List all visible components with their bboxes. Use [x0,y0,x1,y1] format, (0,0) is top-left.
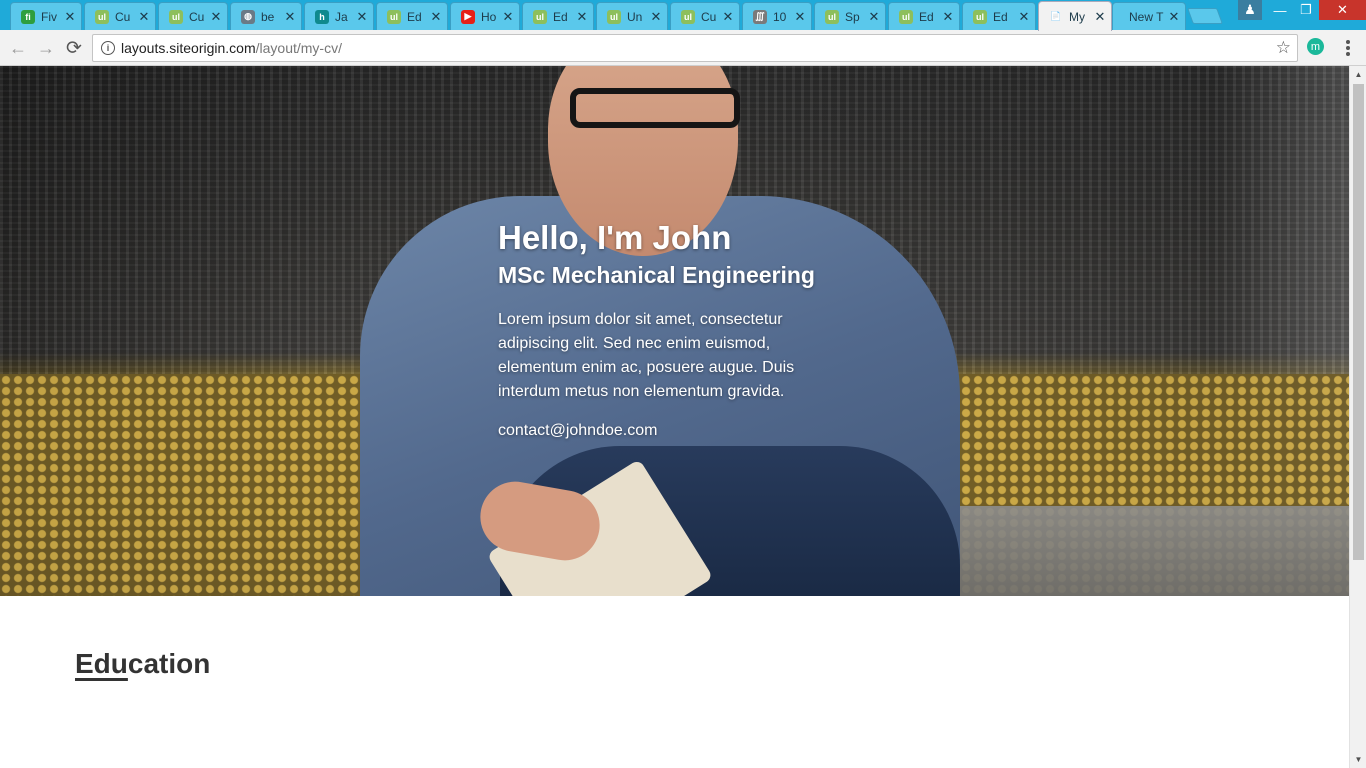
tab-title: Sp [845,9,860,24]
extension-icon[interactable]: m [1307,38,1324,55]
browser-tab[interactable]: ◍ be ✕ [230,2,302,30]
profile-icon[interactable]: ♟ [1238,0,1262,20]
new-tab-button[interactable] [1187,8,1223,24]
browser-tab[interactable]: 📄 My ✕ [1038,1,1112,31]
tab-close-icon[interactable]: ✕ [867,9,881,25]
tab-title: Ed [919,9,934,24]
tab-favicon-icon: ▶ [461,9,475,24]
browser-tab[interactable]: ul Cu ✕ [670,2,740,30]
hero-background-cushion [950,506,1349,596]
tab-title: New T [1129,9,1164,24]
tab-close-icon[interactable]: ✕ [137,9,151,25]
tab-strip: ♟ — ❐ ✕ fi Fiv ✕ ul Cu ✕ ul Cu ✕ ◍ be ✕ h Ja ✕ ul Ed ✕ ▶ Ho… [0,0,1366,31]
scroll-down-arrow-icon[interactable]: ▼ [1350,751,1366,768]
hero-section: Hello, I'm John MSc Mechanical Engineeri… [0,66,1349,596]
hero-body-text: Lorem ipsum dolor sit amet, consectetur … [498,311,795,400]
education-heading-rest: cation [127,648,211,679]
tab-close-icon[interactable]: ✕ [1093,9,1107,25]
address-bar[interactable]: i layouts.siteorigin.com/layout/my-cv/ ☆ [92,34,1298,62]
browser-tab[interactable]: h Ja ✕ [304,2,374,30]
tab-title: be [261,9,275,24]
tab-close-icon[interactable]: ✕ [63,9,77,25]
browser-tab[interactable]: ul Cu ✕ [158,2,228,30]
tab-close-icon[interactable]: ✕ [355,9,369,25]
tab-close-icon[interactable]: ✕ [721,9,735,25]
tab-title: Un [627,9,643,24]
browser-tab[interactable]: ul Sp ✕ [814,2,886,30]
tab-close-icon[interactable]: ✕ [283,9,297,25]
tab-close-icon[interactable]: ✕ [501,9,515,25]
tab-favicon-icon: 📄 [1050,11,1062,21]
browser-menu-icon[interactable] [1340,38,1356,58]
tab-close-icon[interactable]: ✕ [793,9,807,25]
maximize-button[interactable]: ❐ [1293,0,1319,20]
hero-text-block: Hello, I'm John MSc Mechanical Engineeri… [498,216,838,443]
tab-title: Ho [481,9,497,24]
tab-close-icon[interactable]: ✕ [429,9,443,25]
url-text[interactable]: layouts.siteorigin.com/layout/my-cv/ [121,40,342,56]
url-path: /layout/my-cv/ [255,40,342,56]
tab-favicon-icon: ul [95,9,109,24]
tab-title: Cu [189,9,205,24]
tab-favicon-icon: ◍ [241,9,255,24]
tab-title: My [1069,9,1085,24]
browser-tab[interactable]: ∭ 10 ✕ [742,2,812,30]
back-button[interactable]: ← [6,36,30,60]
browser-tab[interactable]: ul Ed ✕ [888,2,960,30]
tab-favicon-icon: ul [607,9,621,24]
tab-favicon-icon: ul [169,9,183,24]
tab-close-icon[interactable]: ✕ [575,9,589,25]
scroll-thumb[interactable] [1353,84,1364,560]
tab-favicon-icon: fi [21,9,35,24]
browser-tab[interactable]: ul Ed ✕ [522,2,594,30]
tab-title: Fiv [41,9,57,24]
tab-favicon-icon: ∭ [753,9,767,24]
minimize-button[interactable]: — [1267,0,1293,20]
tab-favicon-icon: h [315,9,329,24]
tab-close-icon[interactable]: ✕ [1017,9,1031,25]
forward-button[interactable]: → [34,36,58,60]
browser-tab[interactable]: ul Un ✕ [596,2,668,30]
tab-favicon-icon: ul [973,9,987,24]
tab-title: Ed [553,9,568,24]
close-window-button[interactable]: ✕ [1319,0,1366,20]
site-info-icon[interactable]: i [101,41,115,55]
page-scrollbar[interactable]: ▲ ▼ [1349,66,1366,768]
tab-favicon-icon: ul [533,9,547,24]
browser-tab[interactable]: ul Ed ✕ [962,2,1036,30]
browser-tab[interactable]: ▶ Ho ✕ [450,2,520,30]
tab-favicon-icon: ul [899,9,913,24]
tab-favicon-icon: ul [825,9,839,24]
education-heading-underlined: Edu [75,648,128,679]
tab-title: Ja [335,9,348,24]
tab-title: Cu [115,9,131,24]
tab-favicon-icon: ul [387,9,401,24]
hero-title: Hello, I'm John [498,219,732,256]
hero-subtitle: MSc Mechanical Engineering [498,262,815,288]
browser-tab[interactable]: fi Fiv ✕ [10,2,82,30]
hero-email-link[interactable]: contact@johndoe.com [498,419,838,443]
browser-tab[interactable]: ul Cu ✕ [84,2,156,30]
tab-title: Ed [407,9,422,24]
browser-toolbar: ← → ⟳ i layouts.siteorigin.com/layout/my… [0,30,1366,66]
tab-title: Ed [993,9,1008,24]
browser-tab[interactable]: ul Ed ✕ [376,2,448,30]
bookmark-star-icon[interactable]: ☆ [1276,38,1291,58]
tab-close-icon[interactable]: ✕ [941,9,955,25]
tab-close-icon[interactable]: ✕ [1167,9,1181,25]
tab-title: Cu [701,9,717,24]
reload-button[interactable]: ⟳ [62,36,86,60]
url-host: layouts.siteorigin.com [121,40,256,56]
tab-close-icon[interactable]: ✕ [649,9,663,25]
tab-favicon-icon: ul [681,9,695,24]
page-viewport: Hello, I'm John MSc Mechanical Engineeri… [0,66,1349,768]
browser-tab[interactable]: New T ✕ [1112,2,1186,30]
education-heading: Education [75,648,210,680]
scroll-up-arrow-icon[interactable]: ▲ [1350,66,1366,83]
tab-title: 10 [773,9,787,24]
tab-close-icon[interactable]: ✕ [209,9,223,25]
